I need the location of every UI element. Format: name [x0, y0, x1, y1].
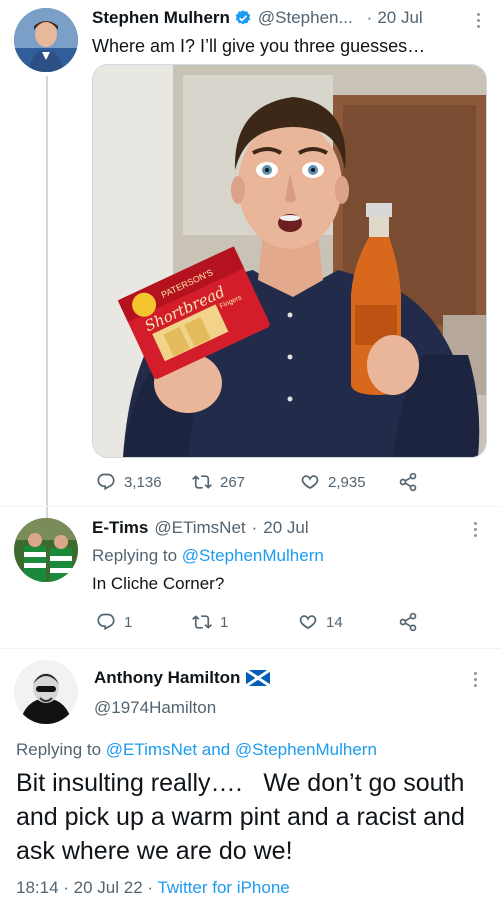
tweet-media-photo[interactable]: Shortbread PATERSON'S Fingers — [92, 64, 487, 458]
like-count: 14 — [326, 613, 343, 631]
handle[interactable]: @Stephen... — [258, 8, 353, 28]
tweet-text: In Cliche Corner? — [92, 574, 225, 593]
retweet-count: 267 — [220, 473, 246, 491]
replying-and: and — [201, 740, 231, 759]
handle[interactable]: @1974Hamilton — [94, 698, 216, 718]
share-button[interactable] — [398, 472, 426, 492]
tweet-text: Where am I? I’ll give you three guesses… — [92, 36, 426, 56]
verified-badge-icon — [234, 9, 252, 27]
reply-button[interactable]: 1 — [96, 612, 132, 632]
display-name[interactable]: E-Tims — [92, 518, 148, 538]
avatar-football-fans-icon — [14, 518, 78, 582]
mention-link[interactable]: @ETimsNet — [106, 740, 197, 759]
avatar-bw-portrait-icon — [14, 660, 78, 724]
thread-connector-line — [46, 76, 48, 518]
retweet-icon — [192, 475, 212, 489]
reply-icon — [97, 613, 115, 631]
tweet-divider — [0, 648, 500, 649]
separator-dot: · — [366, 8, 373, 27]
share-icon — [399, 472, 417, 492]
reply-icon — [97, 473, 115, 491]
retweet-button[interactable]: 267 — [192, 472, 245, 492]
reply-count: 1 — [124, 613, 133, 631]
tweet-metadata: 18:14 · 20 Jul 22 · Twitter for iPhone — [16, 878, 290, 898]
mention-link[interactable]: @StephenMulhern — [182, 546, 324, 565]
reply-button[interactable]: 3,136 — [96, 472, 162, 492]
avatar[interactable] — [14, 8, 78, 72]
share-icon — [399, 612, 417, 632]
heart-icon — [301, 475, 319, 489]
like-count: 2,935 — [328, 473, 366, 491]
heart-icon — [299, 615, 317, 629]
tweet-divider — [0, 506, 500, 507]
more-options-icon[interactable] — [474, 522, 478, 540]
retweet-icon — [192, 615, 212, 629]
retweet-count: 1 — [220, 613, 229, 631]
more-options-icon[interactable] — [474, 672, 478, 690]
share-button[interactable] — [398, 612, 426, 632]
separator-dot: · — [251, 518, 258, 537]
replying-to-line: Replying to @ETimsNet and @StephenMulher… — [16, 740, 377, 760]
scotland-flag-icon — [245, 668, 272, 688]
avatar[interactable] — [14, 660, 78, 724]
avatar-person-icon — [14, 8, 78, 72]
handle[interactable]: @ETimsNet — [154, 518, 245, 538]
mention-link[interactable]: @StephenMulhern — [235, 740, 377, 759]
avatar[interactable] — [14, 518, 78, 582]
tweet-source-link[interactable]: Twitter for iPhone — [157, 878, 289, 897]
more-options-icon[interactable] — [477, 13, 481, 31]
reply-count: 3,136 — [124, 473, 162, 491]
replying-to-line: Replying to @StephenMulhern — [92, 546, 324, 566]
tweet-date[interactable]: 20 Jul — [377, 8, 422, 28]
like-button[interactable]: 14 — [298, 612, 343, 632]
display-name[interactable]: Anthony Hamilton — [94, 668, 240, 688]
retweet-button[interactable]: 1 — [192, 612, 228, 632]
like-button[interactable]: 2,935 — [300, 472, 366, 492]
replying-prefix: Replying to — [16, 740, 102, 759]
tweet-date[interactable]: 20 Jul — [263, 518, 308, 538]
display-name[interactable]: Stephen Mulhern — [92, 8, 230, 28]
replying-prefix: Replying to — [92, 546, 178, 565]
tweet-text: Bit insulting really…. We don’t go south… — [16, 769, 472, 865]
tweet-timestamp[interactable]: 18:14 · 20 Jul 22 · — [16, 878, 153, 897]
